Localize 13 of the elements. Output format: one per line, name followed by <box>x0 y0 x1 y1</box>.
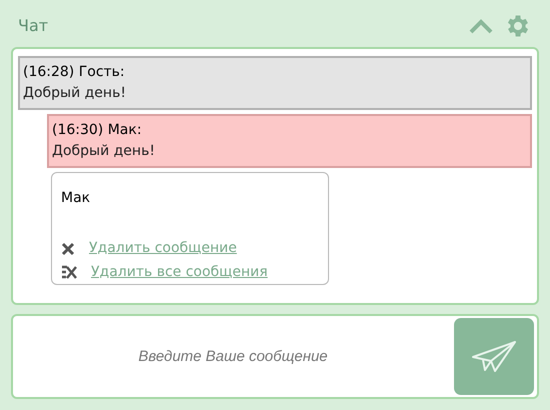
send-button[interactable] <box>454 318 534 395</box>
message-text: Добрый день! <box>23 84 127 103</box>
message-author: (16:28) Гость: <box>23 63 126 82</box>
menu-link[interactable]: Удалить все сообщения <box>91 262 268 283</box>
chat-title: Чат <box>18 15 48 37</box>
menu-link[interactable]: Удалить сообщение <box>89 238 237 260</box>
menu-username: Мак <box>61 189 92 208</box>
collapse-icon[interactable] <box>468 18 494 34</box>
paper-plane-icon <box>471 340 517 374</box>
message-text: Добрый день! <box>52 142 156 161</box>
close-icon <box>61 242 75 256</box>
clear-all-icon <box>61 264 77 280</box>
message-author: (16:30) Мак: <box>52 121 143 140</box>
